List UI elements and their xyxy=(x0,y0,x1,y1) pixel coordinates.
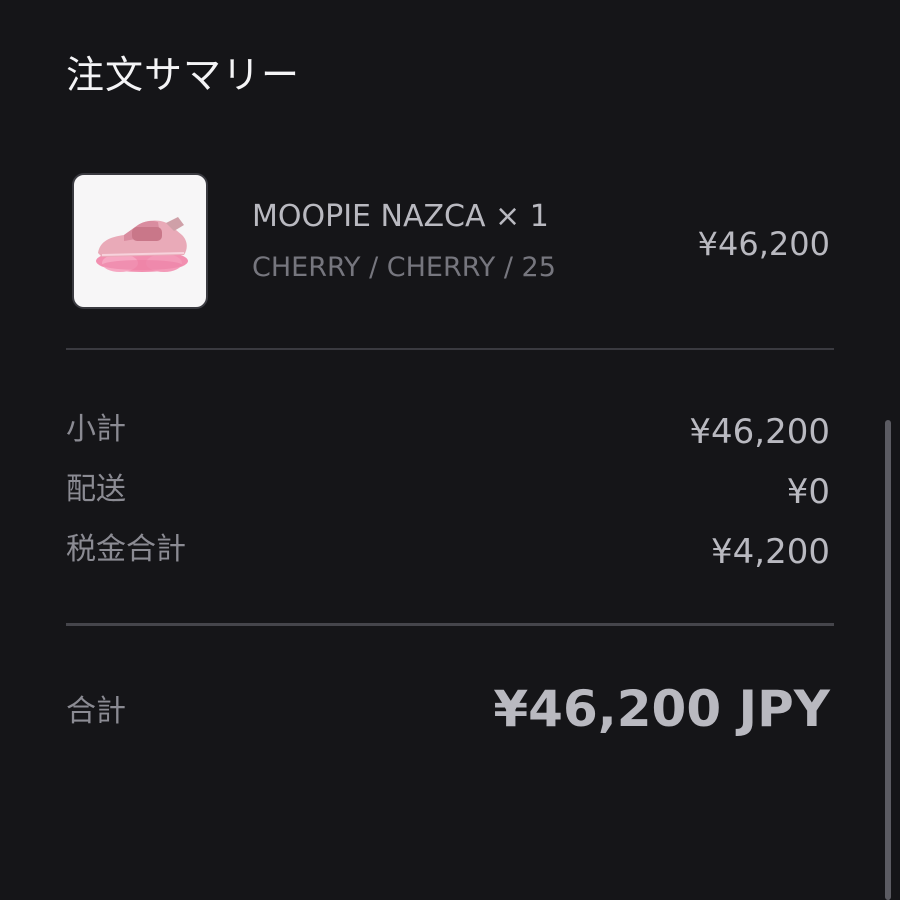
product-thumbnail[interactable] xyxy=(72,173,208,309)
line-item: MOOPIE NAZCA × 1 CHERRY / CHERRY / 25 ¥4… xyxy=(0,0,900,350)
pink-sneaker-icon xyxy=(96,217,188,272)
shipping-value: ¥0 xyxy=(786,472,830,512)
subtotal-label: 小計 xyxy=(66,412,126,447)
shipping-label: 配送 xyxy=(66,472,126,507)
tax-value: ¥4,200 xyxy=(711,532,830,572)
tax-label: 税金合計 xyxy=(66,532,186,567)
scrollbar[interactable] xyxy=(885,420,891,900)
divider xyxy=(66,348,834,350)
total-label: 合計 xyxy=(66,694,126,729)
total-value: ¥46,200 JPY xyxy=(493,680,830,738)
product-variant: CHERRY / CHERRY / 25 xyxy=(252,252,556,283)
product-name: MOOPIE NAZCA × 1 xyxy=(252,199,549,234)
product-price: ¥46,200 xyxy=(697,225,830,263)
subtotal-value: ¥46,200 xyxy=(689,412,830,452)
divider xyxy=(66,623,834,626)
